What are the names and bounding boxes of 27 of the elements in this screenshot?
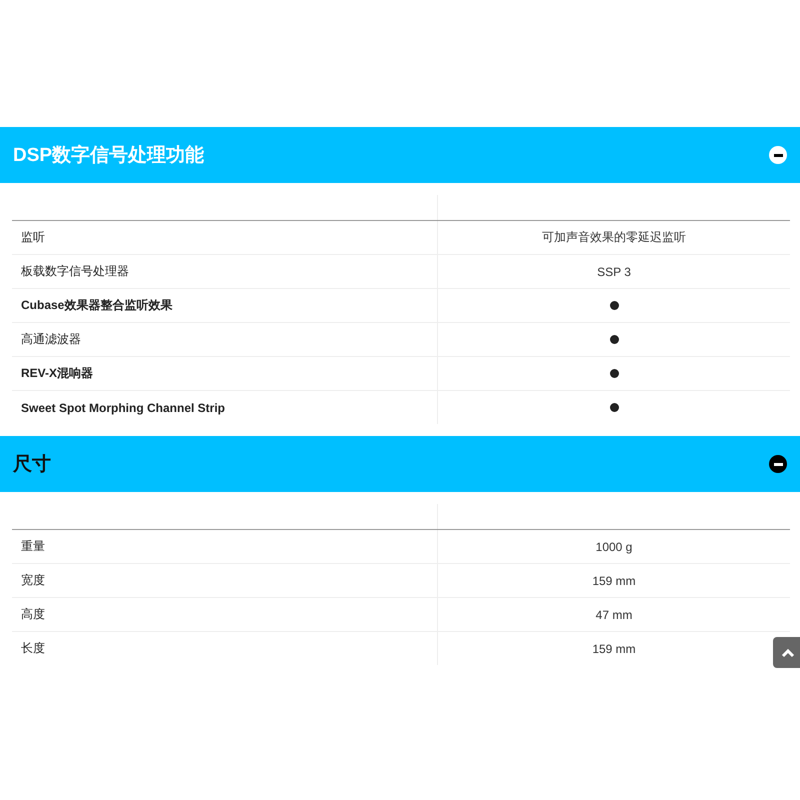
- dot-icon: [610, 369, 618, 378]
- spec-value: 1000 g: [596, 540, 632, 554]
- spec-label: 重量: [20, 538, 46, 555]
- spec-label: Cubase效果器整合监听效果: [20, 297, 174, 314]
- spec-label: REV-X混响器: [20, 365, 94, 382]
- spec-value: 159 mm: [592, 642, 636, 656]
- spec-label: Sweet Spot Morphing Channel Strip: [20, 400, 226, 416]
- spec-label: 板载数字信号处理器: [20, 263, 130, 280]
- spec-value: 可加声音效果的零延迟监听: [542, 229, 686, 246]
- collapse-icon[interactable]: [769, 146, 787, 164]
- spec-value: 47 mm: [596, 608, 632, 622]
- section-header[interactable]: 尺寸: [0, 436, 800, 492]
- dot-icon: [610, 335, 618, 344]
- spec-label: 高度: [20, 606, 46, 623]
- scroll-top-button[interactable]: [773, 637, 800, 668]
- spec-value: 159 mm: [592, 574, 636, 588]
- spec-value: SSP 3: [597, 264, 631, 278]
- spec-label: 监听: [20, 229, 46, 246]
- collapse-icon[interactable]: [769, 455, 787, 473]
- dot-icon: [610, 301, 618, 310]
- section-title: 尺寸: [13, 453, 51, 477]
- spec-label: 长度: [20, 640, 46, 657]
- dot-icon: [610, 403, 618, 412]
- section-title: DSP数字信号处理功能: [13, 144, 204, 168]
- spec-label: 宽度: [20, 572, 46, 589]
- chevron-up-icon: [781, 648, 795, 658]
- spec-label: 高通滤波器: [20, 331, 82, 348]
